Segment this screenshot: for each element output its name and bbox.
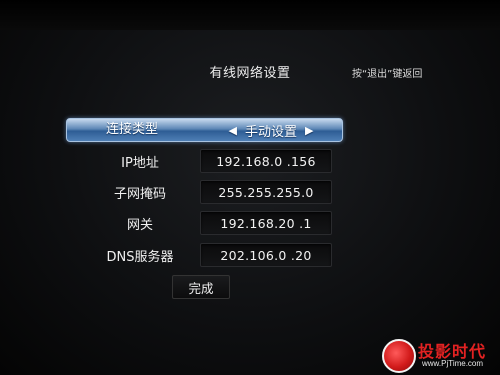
connection-type-value-area[interactable]: ◀ 手动设置 ▶ [202, 119, 340, 141]
ip-address-field[interactable]: 192.168.0 .156 [200, 149, 332, 173]
gateway-label: 网关 [126, 218, 153, 233]
connection-type-selector[interactable]: 连接类型 ◀ 手动设置 ▶ [66, 118, 343, 142]
connection-type-label: 连接类型 [105, 122, 158, 137]
page-title: 有线网络设置 [209, 66, 291, 81]
dns-server-value: 202.106.0 .20 [220, 247, 312, 263]
done-button[interactable]: 完成 [172, 275, 230, 299]
subnet-mask-value: 255.255.255.0 [218, 184, 314, 200]
dns-server-label: DNS服务器 [106, 250, 174, 265]
done-button-label: 完成 [188, 280, 214, 296]
gateway-value: 192.168.20 .1 [220, 215, 312, 231]
gateway-field[interactable]: 192.168.20 .1 [200, 211, 332, 235]
arrow-left-icon[interactable]: ◀ [229, 124, 237, 137]
exit-hint: 按“退出”键返回 [352, 69, 423, 80]
ip-address-value: 192.168.0 .156 [216, 153, 316, 169]
top-dark-band [0, 0, 500, 30]
tv-screen: 有线网络设置 按“退出”键返回 连接类型 ◀ 手动设置 ▶ IP地址 192.1… [0, 0, 500, 375]
connection-type-value: 手动设置 [244, 124, 297, 140]
logo-emblem-icon [382, 339, 416, 373]
watermark-logo: 投影时代 www.PjTime.com [380, 337, 500, 375]
watermark-url: www.PjTime.com [422, 359, 484, 368]
arrow-right-icon[interactable]: ▶ [305, 124, 313, 137]
dns-server-field[interactable]: 202.106.0 .20 [200, 243, 332, 267]
subnet-mask-field[interactable]: 255.255.255.0 [200, 180, 332, 204]
subnet-mask-label: 子网掩码 [113, 187, 166, 202]
ip-address-label: IP地址 [121, 156, 159, 171]
